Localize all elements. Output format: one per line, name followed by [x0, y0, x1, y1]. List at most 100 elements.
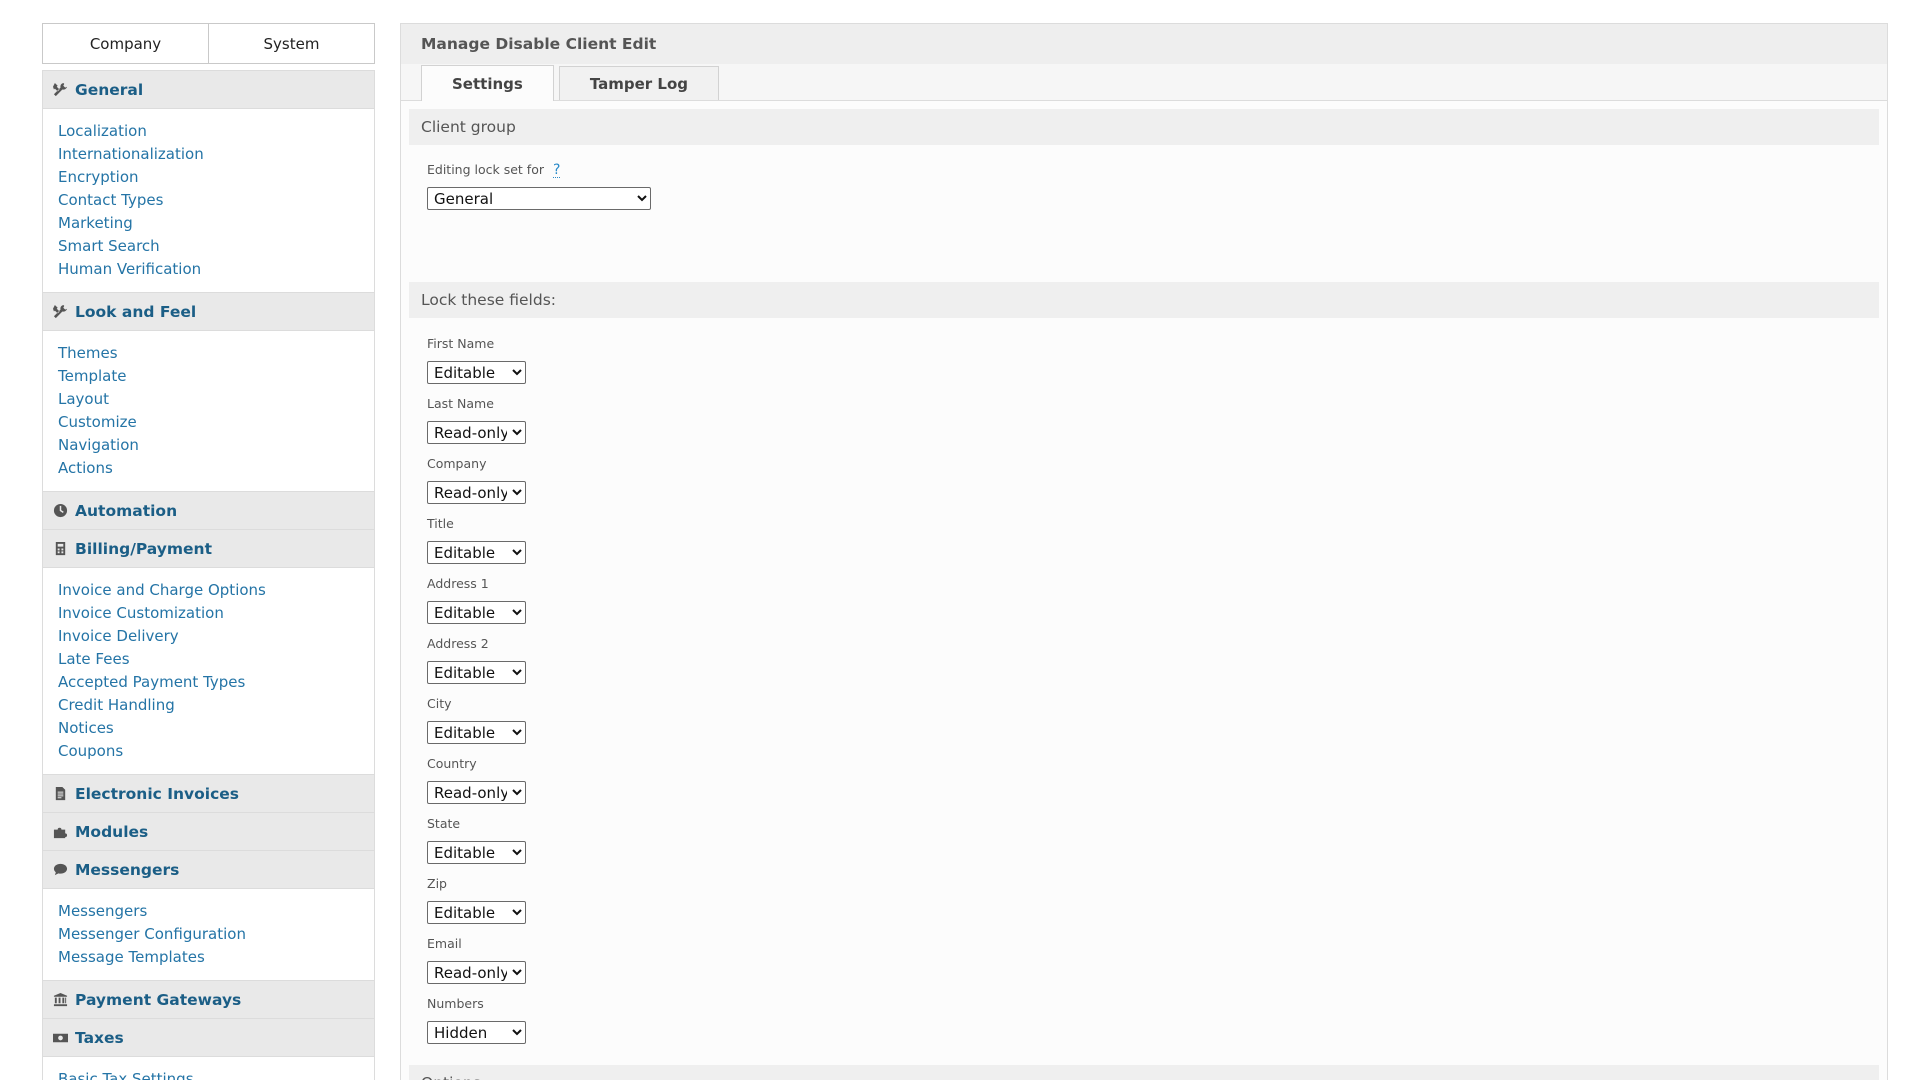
sidebar-links: Invoice and Charge Options Invoice Custom…	[43, 568, 374, 775]
page-title: Manage Disable Client Edit	[401, 24, 1887, 64]
sidebar-link-smart-search[interactable]: Smart Search	[58, 235, 374, 258]
panel-tabs: Settings Tamper Log	[401, 64, 1887, 101]
sidebar-link-internationalization[interactable]: Internationalization	[58, 143, 374, 166]
top-tabs: Company System	[42, 23, 375, 64]
clock-icon	[52, 503, 68, 519]
lock-field-email: Email Read-only	[427, 935, 1879, 994]
sidebar-link-human-verification[interactable]: Human Verification	[58, 258, 374, 281]
sidebar-section-messengers[interactable]: Messengers	[43, 851, 374, 889]
sidebar-link-late-fees[interactable]: Late Fees	[58, 648, 374, 671]
sidebar-links: Localization Internationalization Encrypti…	[43, 109, 374, 293]
country-lock-select[interactable]: Read-only	[427, 781, 526, 804]
puzzle-icon	[52, 824, 68, 840]
sidebar-link-messengers[interactable]: Messengers	[58, 900, 374, 923]
sidebar-section-billing-payment[interactable]: Billing/Payment	[43, 530, 374, 568]
lock-field-title: Title Editable	[427, 515, 1879, 574]
main-panel: Manage Disable Client Edit Settings Tamp…	[400, 23, 1888, 1080]
sidebar-section-general[interactable]: General	[43, 71, 374, 109]
client-group-select[interactable]: General	[427, 187, 651, 210]
sidebar-section-label: Payment Gateways	[75, 990, 242, 1009]
sidebar-link-coupons[interactable]: Coupons	[58, 740, 374, 763]
first-name-lock-select[interactable]: Editable	[427, 361, 526, 384]
tab-settings[interactable]: Settings	[421, 65, 554, 101]
sidebar-section-look-and-feel[interactable]: Look and Feel	[43, 293, 374, 331]
sidebar-link-encryption[interactable]: Encryption	[58, 166, 374, 189]
first-name-label: First Name	[427, 336, 495, 351]
sidebar-section-label: Look and Feel	[75, 302, 197, 321]
lock-fields-heading: Lock these fields:	[409, 282, 1879, 318]
lock-field-state: State Editable	[427, 815, 1879, 874]
sidebar-link-basic-tax-settings[interactable]: Basic Tax Settings	[58, 1068, 374, 1080]
sidebar-link-accepted-payment-types[interactable]: Accepted Payment Types	[58, 671, 374, 694]
sidebar-links: Basic Tax SettingsTax Rules	[43, 1057, 374, 1080]
numbers-label: Numbers	[427, 996, 484, 1011]
tools-icon	[52, 304, 68, 320]
sidebar-links: Themes Template Layout Customize Navigation A…	[43, 331, 374, 492]
sidebar-section-label: Billing/Payment	[75, 539, 212, 558]
sidebar-link-customize[interactable]: Customize	[58, 411, 374, 434]
sidebar-link-layout[interactable]: Layout	[58, 388, 374, 411]
sidebar-section-electronic-invoices[interactable]: Electronic Invoices	[43, 775, 374, 813]
company-label: Company	[427, 456, 487, 471]
sidebar-link-credit-handling[interactable]: Credit Handling	[58, 694, 374, 717]
editing-lock-label: Editing lock set for ?	[427, 161, 1879, 179]
lock-field-country: Country Read-only	[427, 755, 1879, 814]
sidebar-link-template[interactable]: Template	[58, 365, 374, 388]
company-lock-select[interactable]: Read-only	[427, 481, 526, 504]
country-label: Country	[427, 756, 477, 771]
sidebar-link-marketing[interactable]: Marketing	[58, 212, 374, 235]
money-icon	[52, 1030, 68, 1046]
sidebar-section-label: General	[75, 80, 144, 99]
calculator-icon	[52, 541, 68, 557]
sidebar-section-modules[interactable]: Modules	[43, 813, 374, 851]
document-icon	[52, 786, 68, 802]
tab-system[interactable]: System	[209, 23, 375, 64]
tab-tamper-log[interactable]: Tamper Log	[558, 66, 719, 100]
sidebar-links: Messengers Messenger Configuration Message…	[43, 889, 374, 981]
address-1-lock-select[interactable]: Editable	[427, 601, 526, 624]
city-lock-select[interactable]: Editable	[427, 721, 526, 744]
sidebar-section-label: Electronic Invoices	[75, 784, 240, 803]
sidebar-section-automation[interactable]: Automation	[43, 492, 374, 530]
lock-field-address-2: Address 2 Editable	[427, 635, 1879, 694]
state-lock-select[interactable]: Editable	[427, 841, 526, 864]
sidebar-section-payment-gateways[interactable]: Payment Gateways	[43, 981, 374, 1019]
state-label: State	[427, 816, 461, 831]
options-heading: Options	[409, 1065, 1879, 1080]
settings-sidebar: Company System General Localization Intern…	[42, 23, 375, 1080]
zip-lock-select[interactable]: Editable	[427, 901, 526, 924]
tab-company[interactable]: Company	[42, 23, 209, 64]
sidebar-link-invoice-delivery[interactable]: Invoice Delivery	[58, 625, 374, 648]
editing-lock-label-text: Editing lock set for	[427, 162, 544, 177]
sidebar-link-message-templates[interactable]: Message Templates	[58, 946, 374, 969]
sidebar-link-themes[interactable]: Themes	[58, 342, 374, 365]
last-name-label: Last Name	[427, 396, 494, 411]
zip-label: Zip	[427, 876, 447, 891]
sidebar-link-actions[interactable]: Actions	[58, 457, 374, 480]
last-name-lock-select[interactable]: Read-only	[427, 421, 526, 444]
email-lock-select[interactable]: Read-only	[427, 961, 526, 984]
lock-field-city: City Editable	[427, 695, 1879, 754]
lock-field-company: Company Read-only	[427, 455, 1879, 514]
sidebar-section-taxes[interactable]: Taxes	[43, 1019, 374, 1057]
sidebar-link-navigation[interactable]: Navigation	[58, 434, 374, 457]
client-group-heading: Client group	[409, 109, 1879, 145]
sidebar-link-notices[interactable]: Notices	[58, 717, 374, 740]
sidebar-link-messenger-configuration[interactable]: Messenger Configuration	[58, 923, 374, 946]
lock-field-first-name: First Name Editable	[427, 335, 1879, 394]
lock-fields-list: First Name Editable Last Name Read-only Comp…	[409, 318, 1879, 1065]
numbers-lock-select[interactable]: Hidden	[427, 1021, 526, 1044]
address-2-lock-select[interactable]: Editable	[427, 661, 526, 684]
email-label: Email	[427, 936, 462, 951]
title-label: Title	[427, 516, 454, 531]
sidebar-link-invoice-and-charge-options[interactable]: Invoice and Charge Options	[58, 579, 374, 602]
bank-icon	[52, 992, 68, 1008]
title-lock-select[interactable]: Editable	[427, 541, 526, 564]
help-icon[interactable]: ?	[552, 163, 561, 178]
sidebar-link-invoice-customization[interactable]: Invoice Customization	[58, 602, 374, 625]
sidebar-link-contact-types[interactable]: Contact Types	[58, 189, 374, 212]
sidebar-link-localization[interactable]: Localization	[58, 120, 374, 143]
sidebar-section-label: Taxes	[75, 1028, 124, 1047]
lock-field-numbers: Numbers Hidden	[427, 995, 1879, 1054]
lock-field-last-name: Last Name Read-only	[427, 395, 1879, 454]
